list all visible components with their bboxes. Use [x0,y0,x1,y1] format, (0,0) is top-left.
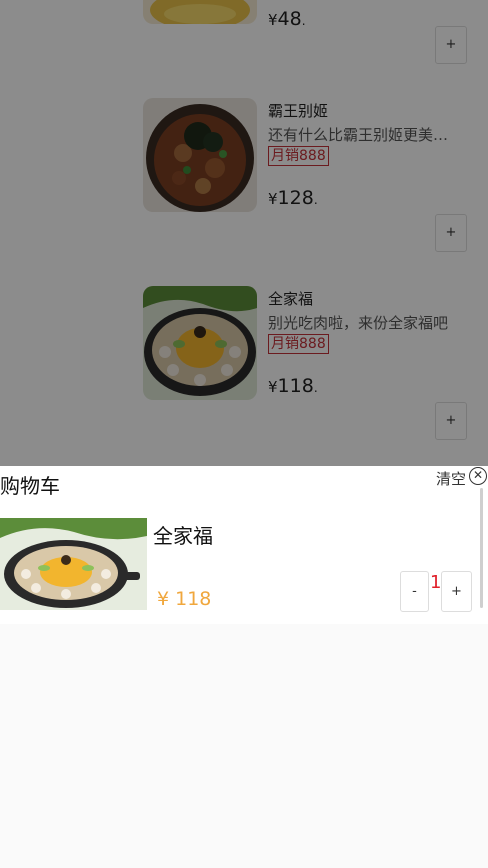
scrollbar[interactable] [480,488,483,608]
clear-cart-button[interactable]: 清空 [436,468,466,489]
decrease-quantity-button[interactable]: - [400,571,429,612]
cart-title: 购物车 [0,474,60,498]
increase-quantity-button[interactable]: + [441,571,472,612]
close-icon[interactable]: ✕ [469,467,487,485]
cart-item-name: 全家福 [153,524,213,548]
cart-item-image [0,518,147,610]
cart-item-price: ¥ 118 [157,588,212,610]
app-root: ¥48. + 霸王别姬 还有什么比霸王别姬更美味的呢 月销888 ¥128. +… [0,0,488,868]
cart-panel: 购物车 清空 ✕ 全家福 ¥ 118 - 1 + [0,466,488,624]
modal-overlay[interactable] [0,0,488,466]
quantity-value: 1 [430,572,442,593]
